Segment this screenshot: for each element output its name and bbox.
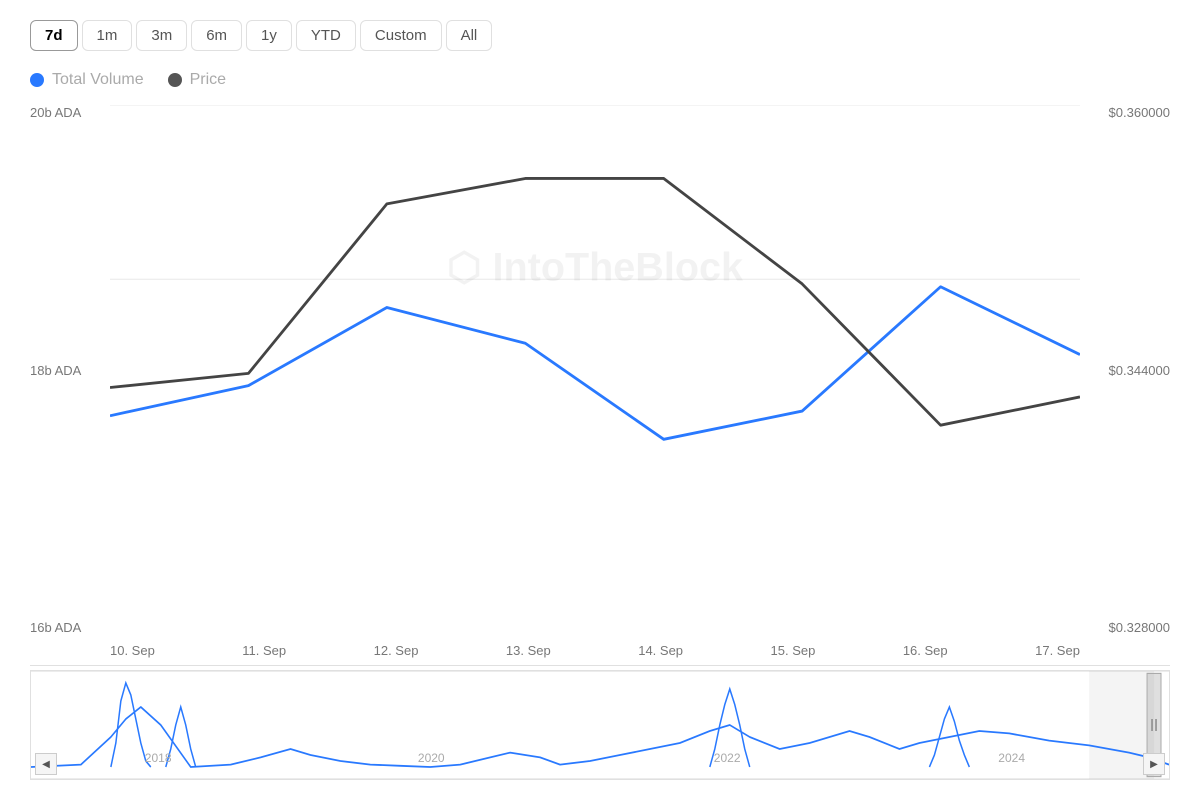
time-controls: 7d1m3m6m1yYTDCustomAll bbox=[30, 20, 1170, 51]
x-label-2: 12. Sep bbox=[374, 643, 419, 658]
time-btn-all[interactable]: All bbox=[446, 20, 493, 51]
y-right-bot: $0.328000 bbox=[1109, 620, 1170, 635]
y-left-top: 20b ADA bbox=[30, 105, 110, 120]
mini-chart-svg bbox=[31, 671, 1169, 779]
y-left-mid: 18b ADA bbox=[30, 363, 110, 378]
time-btn-6m[interactable]: 6m bbox=[191, 20, 242, 51]
x-label-5: 15. Sep bbox=[771, 643, 816, 658]
x-axis: 10. Sep 11. Sep 12. Sep 13. Sep 14. Sep … bbox=[110, 635, 1080, 665]
time-btn-3m[interactable]: 3m bbox=[136, 20, 187, 51]
price-line bbox=[110, 178, 1080, 425]
nav-left-button[interactable]: ◀ bbox=[35, 753, 57, 775]
x-label-1: 11. Sep bbox=[242, 643, 286, 658]
x-label-0: 10. Sep bbox=[110, 643, 155, 658]
chart-area: 20b ADA 18b ADA 16b ADA $0.360000 $0.344… bbox=[30, 105, 1170, 780]
total-volume-dot bbox=[30, 73, 44, 87]
price-label: Price bbox=[190, 71, 226, 89]
x-label-3: 13. Sep bbox=[506, 643, 551, 658]
svg-text:⬡ IntoTheBlock: ⬡ IntoTheBlock bbox=[447, 245, 744, 289]
y-right-mid: $0.344000 bbox=[1109, 363, 1170, 378]
main-chart-svg: ⬡ IntoTheBlock bbox=[110, 105, 1080, 453]
x-label-4: 14. Sep bbox=[638, 643, 683, 658]
time-btn-ytd[interactable]: YTD bbox=[296, 20, 356, 51]
main-chart-container: 20b ADA 18b ADA 16b ADA $0.360000 $0.344… bbox=[30, 105, 1170, 666]
y-left-bot: 16b ADA bbox=[30, 620, 110, 635]
time-btn-custom[interactable]: Custom bbox=[360, 20, 442, 51]
mini-chart-container: 2018 2020 2022 2024 ◀ ▶ bbox=[30, 670, 1170, 780]
legend-total-volume: Total Volume bbox=[30, 71, 144, 89]
price-dot bbox=[168, 73, 182, 87]
time-btn-1y[interactable]: 1y bbox=[246, 20, 292, 51]
x-label-7: 17. Sep bbox=[1035, 643, 1080, 658]
total-volume-label: Total Volume bbox=[52, 71, 144, 89]
nav-right-button[interactable]: ▶ bbox=[1143, 753, 1165, 775]
y-axis-left: 20b ADA 18b ADA 16b ADA bbox=[30, 105, 110, 635]
y-axis-right: $0.360000 $0.344000 $0.328000 bbox=[1080, 105, 1170, 635]
legend-price: Price bbox=[168, 71, 226, 89]
y-right-top: $0.360000 bbox=[1109, 105, 1170, 120]
chart-legend: Total Volume Price bbox=[30, 71, 1170, 89]
x-label-6: 16. Sep bbox=[903, 643, 948, 658]
time-btn-7d[interactable]: 7d bbox=[30, 20, 78, 51]
time-btn-1m[interactable]: 1m bbox=[82, 20, 133, 51]
